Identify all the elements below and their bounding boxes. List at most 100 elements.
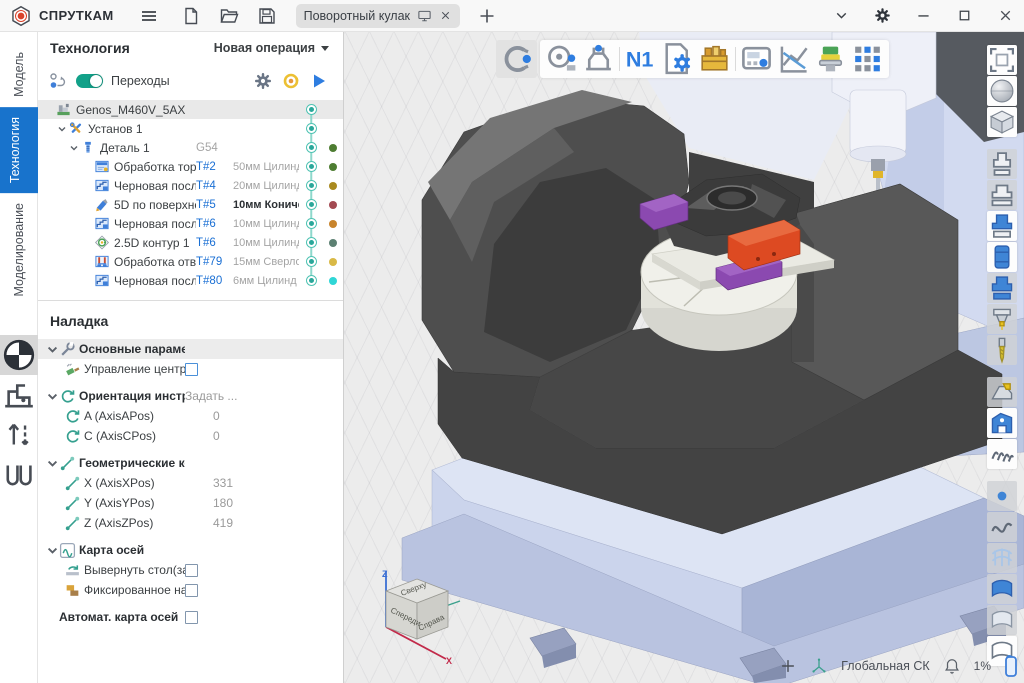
transition-marker[interactable] — [299, 176, 323, 195]
open-document-button[interactable] — [216, 4, 242, 28]
point-button[interactable] — [987, 481, 1017, 511]
save-document-button[interactable] — [254, 4, 280, 28]
rail-tab-active[interactable]: Технология — [0, 107, 38, 193]
cam-part-button[interactable] — [987, 377, 1017, 407]
cube-view-button[interactable] — [987, 107, 1017, 137]
setup-value[interactable]: Задать ... — [185, 389, 237, 403]
curve-button[interactable] — [987, 512, 1017, 542]
window-chevron-button[interactable] — [833, 7, 850, 24]
setup-param-row[interactable]: A (AxisAPos)0 — [38, 406, 343, 426]
vise-button[interactable] — [0, 455, 38, 495]
tree-row[interactable]: Деталь 1G54 — [38, 138, 343, 157]
setup-param-row[interactable]: C (AxisCPos)0 — [38, 426, 343, 446]
maximize-button[interactable] — [956, 7, 973, 24]
run-button[interactable] — [309, 71, 329, 91]
transitions-toggle[interactable] — [76, 74, 103, 88]
drill-button[interactable] — [987, 335, 1017, 365]
add-cs-button[interactable] — [779, 657, 797, 675]
setup-value[interactable]: 0 — [185, 429, 220, 443]
tree-row[interactable]: Обработка торце…T#250мм Цилинд — [38, 157, 343, 176]
tree-row[interactable]: Genos_M460V_5AX — [38, 100, 343, 119]
setup-value[interactable]: 180 — [185, 496, 233, 510]
gcode-n1-button[interactable]: N1 — [622, 40, 659, 78]
tree-row[interactable]: Обработка отвер…T#7915мм Сверло — [38, 252, 343, 271]
tree-row[interactable]: Установ 1 — [38, 119, 343, 138]
tree-row[interactable]: Черновая посло…T#806мм Цилинд — [38, 271, 343, 290]
transition-marker[interactable] — [299, 214, 323, 233]
rail-tab-item[interactable]: Моделирование — [4, 193, 34, 307]
tree-row[interactable]: Черновая посло…T#610мм Цилинд — [38, 214, 343, 233]
setup-param-row[interactable]: Управление центр: — [38, 359, 343, 379]
view-cube[interactable]: Z X Сверху Спереди Справа — [364, 565, 468, 667]
setup-checkbox[interactable] — [185, 611, 198, 624]
datum-button[interactable] — [0, 335, 38, 375]
expander-chevron-icon[interactable] — [46, 343, 59, 356]
new-operation-dropdown[interactable]: Новая операция — [214, 41, 329, 55]
setup-group-row[interactable]: Ориентация инструЗадать ... — [38, 386, 343, 406]
minimize-button[interactable] — [915, 7, 932, 24]
new-document-button[interactable] — [178, 4, 204, 28]
expander-chevron-icon[interactable] — [68, 143, 80, 153]
toolbox-button[interactable] — [696, 40, 733, 78]
magnet-button[interactable] — [496, 40, 537, 78]
transitions-link-icon[interactable] — [48, 71, 68, 91]
mesh-button[interactable] — [987, 543, 1017, 573]
expander-chevron-icon[interactable] — [46, 457, 59, 470]
workpiece-bluetop-button[interactable] — [987, 211, 1017, 241]
setup-group-row[interactable]: Основные парамет — [38, 339, 343, 359]
tool-stack-button[interactable] — [812, 40, 849, 78]
setup-param-row[interactable]: X (AxisXPos)331 — [38, 473, 343, 493]
window-close-button[interactable] — [997, 7, 1014, 24]
transition-marker[interactable] — [299, 100, 323, 119]
transition-marker[interactable] — [299, 252, 323, 271]
setup-checkbox[interactable] — [185, 584, 198, 597]
machine-blue-button[interactable] — [987, 408, 1017, 438]
transition-marker[interactable] — [299, 157, 323, 176]
machine-rail-button[interactable] — [0, 375, 38, 415]
setup-value[interactable]: 419 — [185, 516, 233, 530]
setup-param-row[interactable]: Z (AxisZPos)419 — [38, 513, 343, 533]
tree-row[interactable]: 5D по поверхнос…T#510мм Коничес — [38, 195, 343, 214]
transition-marker[interactable] — [299, 138, 323, 157]
transition-marker[interactable] — [299, 119, 323, 138]
hatch-button[interactable] — [987, 439, 1017, 469]
expander-chevron-icon[interactable] — [46, 390, 59, 403]
tab-close-icon[interactable] — [439, 9, 452, 22]
expander-chevron-icon[interactable] — [46, 544, 59, 557]
settings-gear-button[interactable] — [874, 7, 891, 24]
workpiece-outline-button[interactable] — [987, 149, 1017, 179]
main-menu-button[interactable] — [136, 4, 162, 28]
add-tab-button[interactable] — [474, 4, 500, 28]
rail-tab-item[interactable]: Модель — [4, 42, 34, 107]
gauge-button[interactable] — [543, 40, 580, 78]
tree-row[interactable]: 2.5D контур 1T#610мм Цилинд — [38, 233, 343, 252]
control-panel-button[interactable] — [738, 40, 775, 78]
workpiece-blue-button[interactable] — [987, 273, 1017, 303]
machine-sim-button[interactable] — [580, 40, 617, 78]
sphere-view-button[interactable] — [987, 76, 1017, 106]
surface-blue-button[interactable] — [987, 574, 1017, 604]
setup-value[interactable]: 0 — [185, 409, 220, 423]
setup-param-row[interactable]: Автомат. карта осей — [38, 607, 343, 627]
setup-param-row[interactable]: Фиксированное на — [38, 580, 343, 600]
setup-checkbox[interactable] — [185, 363, 198, 376]
workpiece-cylinder-button[interactable] — [987, 242, 1017, 272]
sort-arrows-button[interactable] — [0, 415, 38, 455]
setup-group-row[interactable]: Карта осей — [38, 540, 343, 560]
toolholder-button[interactable] — [987, 304, 1017, 334]
operation-settings-button[interactable] — [253, 71, 273, 91]
tree-row[interactable]: Черновая посло…T#420мм Цилинд — [38, 176, 343, 195]
notifications-bell-button[interactable] — [943, 657, 961, 675]
document-tab[interactable]: Поворотный кулак — [296, 4, 460, 28]
chart-button[interactable] — [775, 40, 812, 78]
surface-light-button[interactable] — [987, 605, 1017, 635]
fit-button[interactable] — [987, 45, 1017, 75]
setup-param-row[interactable]: Y (AxisYPos)180 — [38, 493, 343, 513]
setup-checkbox[interactable] — [185, 564, 198, 577]
transition-marker[interactable] — [299, 195, 323, 214]
workpiece-outline2-button[interactable] — [987, 180, 1017, 210]
setup-value[interactable]: 331 — [185, 476, 233, 490]
coordinate-system-label[interactable]: Глобальная СК — [841, 659, 930, 673]
coordinate-system-icon[interactable] — [810, 657, 828, 675]
doc-gear-button[interactable] — [659, 40, 696, 78]
